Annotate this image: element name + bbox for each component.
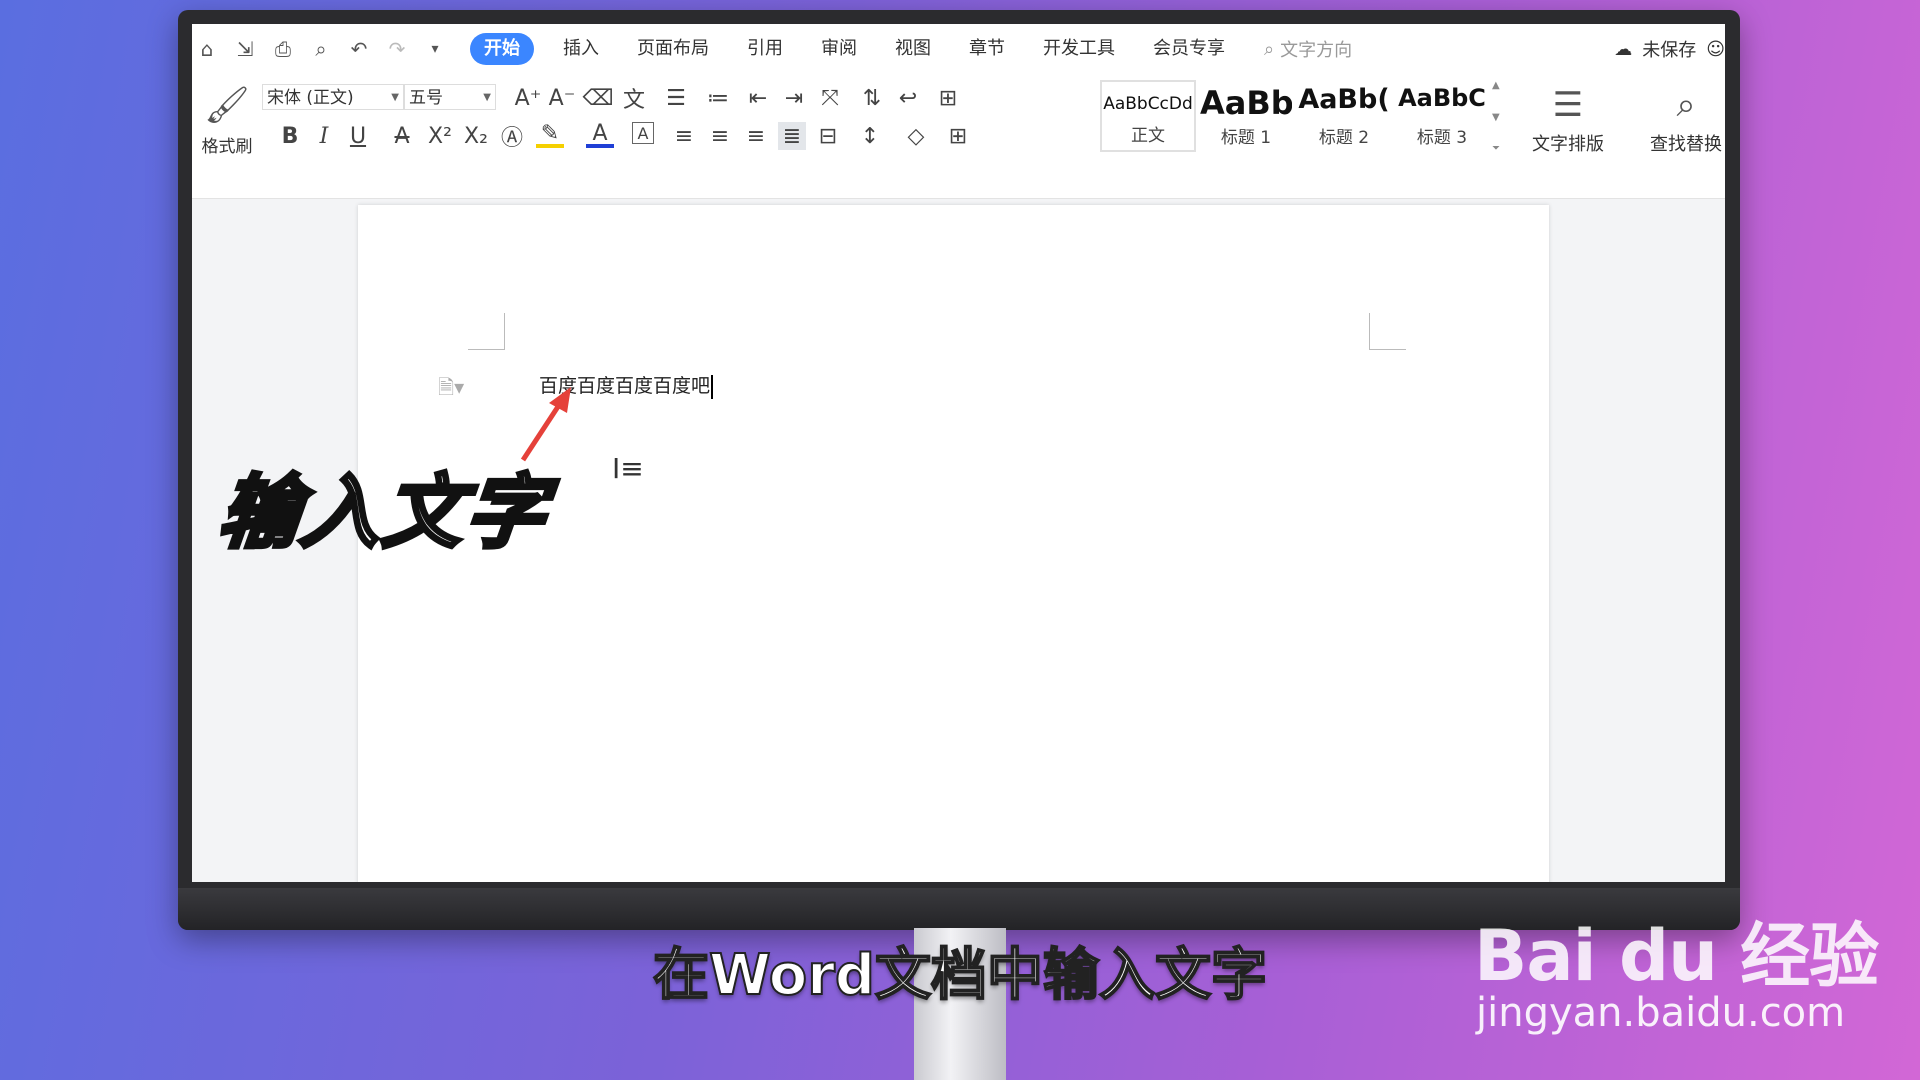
- text-layout-label: 文字排版: [1532, 134, 1604, 155]
- command-search-text: 文字方向: [1280, 40, 1353, 61]
- tab-home[interactable]: 开始: [470, 33, 534, 65]
- borders-icon[interactable]: ⊞: [944, 122, 972, 150]
- sort-icon[interactable]: ⇅: [858, 84, 886, 112]
- margin-corner-top-right: [1369, 313, 1406, 350]
- right-tools: ☁ 未保存 ☺: [1614, 24, 1725, 74]
- style-normal[interactable]: AaBbCcDd 正文: [1100, 80, 1196, 152]
- chevron-down-icon: ▼: [483, 92, 491, 103]
- font-name-value: 宋体 (正文): [267, 88, 354, 108]
- tab-developer[interactable]: 开发工具: [1024, 33, 1134, 65]
- paragraph-handle-icon[interactable]: 🗎▾: [438, 373, 464, 407]
- tab-section[interactable]: 章节: [950, 33, 1024, 65]
- font-size-value: 五号: [409, 88, 443, 108]
- search-icon: ⌕: [1676, 85, 1696, 125]
- font-name-select[interactable]: 宋体 (正文) ▼: [262, 84, 404, 110]
- cloud-icon: ☁: [1614, 38, 1633, 60]
- style-heading-3[interactable]: AaBbC 标题 3: [1394, 80, 1490, 152]
- text-cursor: [711, 375, 714, 399]
- quick-access-toolbar: ⌂ ⇲ ⎙ ⌕ ↶ ↷ ▾: [194, 36, 448, 62]
- clear-format-icon[interactable]: ⌫: [582, 84, 613, 112]
- format-painter-button[interactable]: 🖌 格式刷: [198, 80, 256, 170]
- align-center-icon[interactable]: ≡: [706, 122, 734, 150]
- find-replace-button[interactable]: ⌕ 查找替换: [1650, 80, 1722, 156]
- ribbon: 🖌 格式刷 宋体 (正文) ▼ 五号 ▼ A⁺ A⁻ ⌫ 文 ☰ ≔ ⇤ ⇥ ⤧…: [192, 74, 1725, 199]
- align-right-icon[interactable]: ≡: [742, 122, 770, 150]
- undo-icon[interactable]: ↶: [346, 36, 372, 62]
- overlay-label: 输入文字: [212, 464, 554, 561]
- superscript-icon[interactable]: X²: [426, 122, 454, 150]
- font-size-select[interactable]: 五号 ▼: [404, 84, 496, 110]
- shading-icon[interactable]: ◇: [902, 122, 930, 150]
- tab-page-layout[interactable]: 页面布局: [618, 33, 728, 65]
- style-heading-2[interactable]: AaBb( 标题 2: [1296, 80, 1392, 152]
- subscript-icon[interactable]: X₂: [462, 122, 490, 150]
- home-icon[interactable]: ⌂: [194, 36, 220, 62]
- line-spacing-icon[interactable]: ↕: [856, 122, 884, 150]
- highlight-icon[interactable]: ✎: [536, 121, 564, 148]
- underline-icon[interactable]: U: [344, 122, 372, 150]
- tab-view[interactable]: 视图: [876, 33, 950, 65]
- style-name: 标题 1: [1220, 128, 1272, 148]
- shrink-font-icon[interactable]: A⁻: [548, 84, 576, 112]
- text-effect-icon[interactable]: Ⓐ: [498, 122, 526, 151]
- format-painter-label: 格式刷: [201, 137, 253, 157]
- tab-bar: ⌂ ⇲ ⎙ ⌕ ↶ ↷ ▾ 开始 插入 页面布局 引用 审阅 视图 章节 开发工…: [192, 24, 1725, 74]
- find-replace-label: 查找替换: [1650, 134, 1722, 155]
- phonetic-guide-icon[interactable]: 文: [620, 84, 648, 113]
- char-border-icon[interactable]: A: [632, 122, 654, 144]
- style-preview: AaBbCcDd: [1103, 94, 1193, 114]
- print-icon[interactable]: ⎙: [270, 36, 296, 62]
- styles-scroll[interactable]: ▲ ▼ ⏷: [1492, 80, 1506, 154]
- style-preview: AaBb: [1200, 84, 1292, 122]
- text-layout-button[interactable]: ☰ 文字排版: [1532, 80, 1604, 156]
- expand-icon[interactable]: ⏷: [1492, 143, 1506, 154]
- style-name: 正文: [1131, 126, 1165, 146]
- export-icon[interactable]: ⇲: [232, 36, 258, 62]
- chevron-up-icon[interactable]: ▲: [1492, 80, 1506, 91]
- align-left-icon[interactable]: ≡: [670, 122, 698, 150]
- redo-icon[interactable]: ↷: [384, 36, 410, 62]
- watermark-url: jingyan.baidu.com: [1476, 990, 1846, 1036]
- style-heading-1[interactable]: AaBb 标题 1: [1198, 80, 1294, 152]
- brush-icon: 🖌: [204, 85, 250, 126]
- distribute-icon[interactable]: ⊟: [814, 122, 842, 150]
- chinese-layout-icon[interactable]: ⤧: [816, 84, 844, 112]
- style-name: 标题 3: [1416, 128, 1468, 148]
- search-icon: ⌕: [1264, 38, 1275, 60]
- tab-member[interactable]: 会员专享: [1134, 33, 1244, 65]
- command-search[interactable]: ⌕ 文字方向: [1264, 36, 1352, 62]
- decrease-indent-icon[interactable]: ⇤: [744, 84, 772, 112]
- chevron-down-icon: ▼: [391, 92, 399, 103]
- tab-references[interactable]: 引用: [728, 33, 802, 65]
- styles-gallery: AaBbCcDd 正文 AaBb 标题 1 AaBb( 标题 2 AaBbC 标…: [1100, 80, 1512, 154]
- style-name: 标题 2: [1318, 128, 1370, 148]
- style-preview: AaBb(: [1298, 84, 1390, 115]
- baidu-jingyan-logo: Bai du 经验: [1474, 915, 1879, 997]
- font-color-icon[interactable]: A: [586, 121, 614, 148]
- strikethrough-icon[interactable]: A: [388, 122, 416, 150]
- show-marks-icon[interactable]: ↩: [894, 84, 922, 112]
- print-preview-icon[interactable]: ⌕: [308, 36, 334, 62]
- tab-review[interactable]: 审阅: [802, 33, 876, 65]
- justify-icon[interactable]: ≣: [778, 122, 806, 150]
- save-status[interactable]: 未保存: [1642, 36, 1696, 62]
- bullet-list-icon[interactable]: ☰: [662, 84, 690, 112]
- ibeam-cursor-icon: Ⅰ≡: [612, 452, 644, 485]
- chevron-down-icon[interactable]: ▼: [1492, 112, 1506, 123]
- text-layout-icon: ☰: [1552, 85, 1584, 125]
- style-preview: AaBbC: [1398, 84, 1486, 112]
- bold-icon[interactable]: B: [276, 122, 304, 150]
- margin-corner-top-left: [468, 313, 505, 350]
- table-tools-icon[interactable]: ⊞: [934, 84, 962, 112]
- chevron-down-icon[interactable]: ▾: [422, 36, 448, 62]
- grow-font-icon[interactable]: A⁺: [514, 84, 542, 112]
- increase-indent-icon[interactable]: ⇥: [780, 84, 808, 112]
- tab-insert[interactable]: 插入: [544, 33, 618, 65]
- share-user-icon[interactable]: ☺: [1706, 39, 1725, 60]
- numbered-list-icon[interactable]: ≔: [704, 84, 732, 112]
- italic-icon[interactable]: I: [310, 122, 338, 150]
